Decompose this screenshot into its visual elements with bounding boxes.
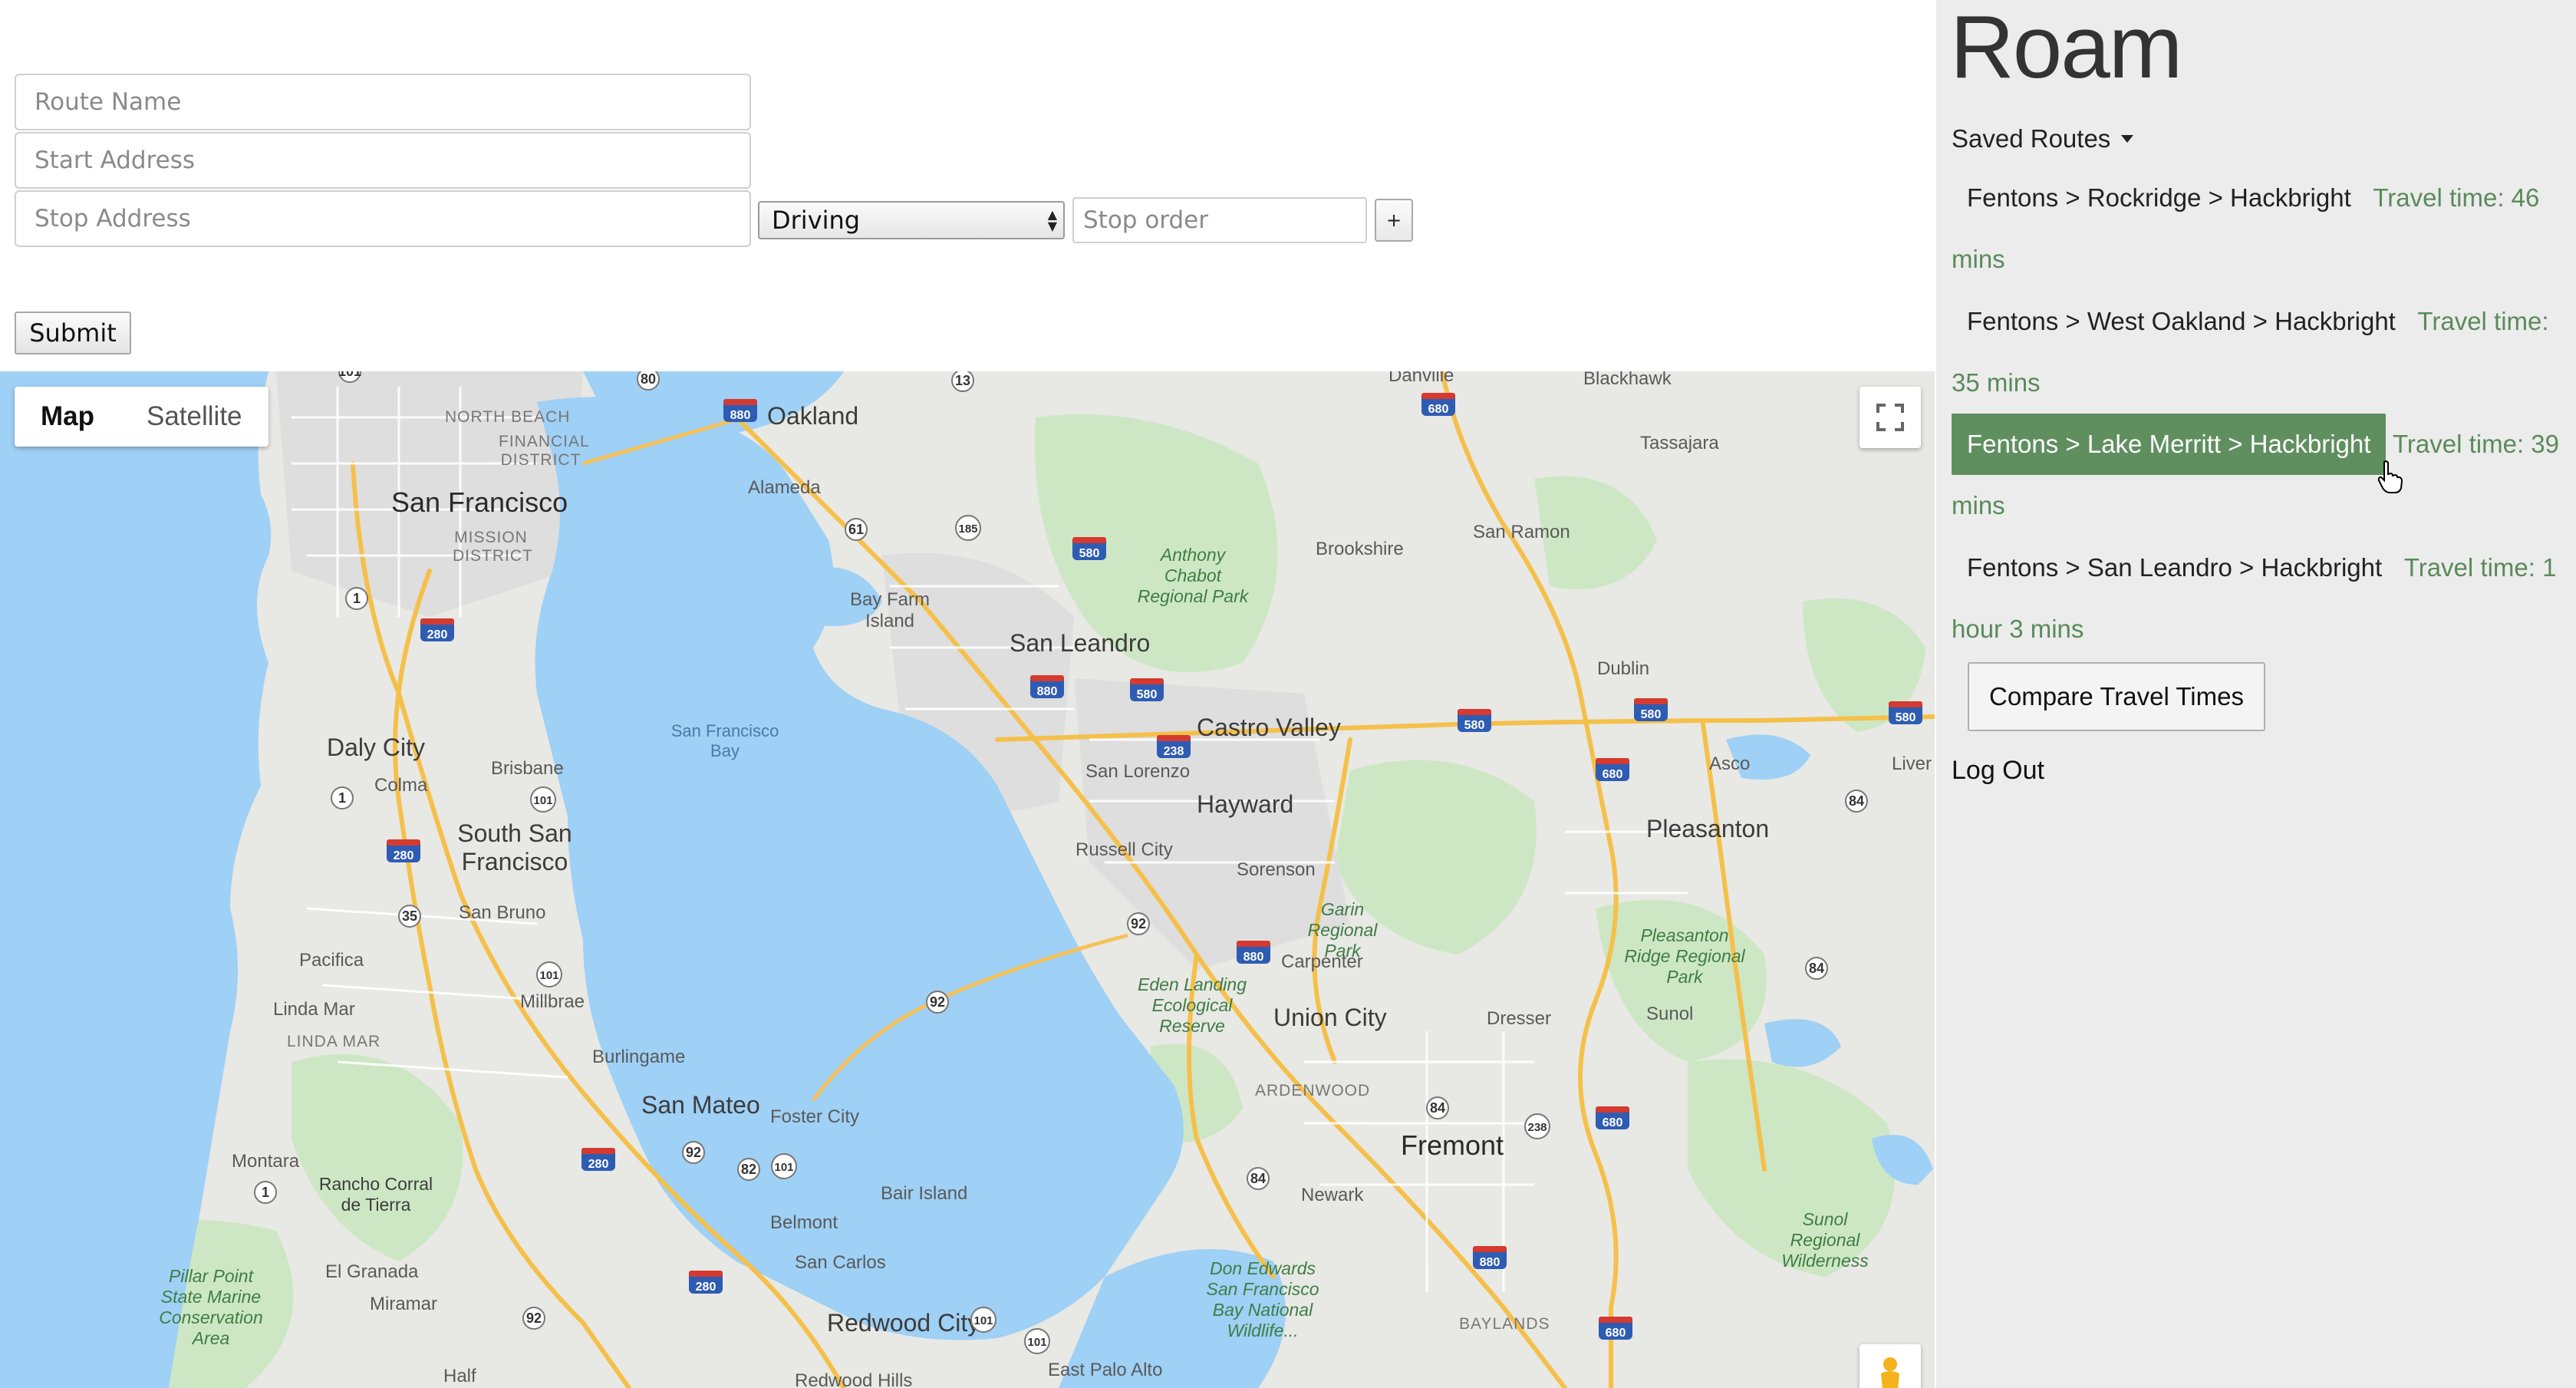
shield-1-3: 1 [262,1185,269,1200]
shield-880-4: 880 [1480,1256,1500,1269]
shield-880-3: 880 [1244,951,1264,964]
route-name[interactable]: Fentons > West Oakland > Hackbright [1952,291,2411,352]
shield-680-4: 680 [1606,1327,1626,1340]
shield-101-2: 101 [533,794,552,807]
travel-mode-value: Driving [772,206,861,235]
shield-82: 82 [741,1162,756,1177]
stop-order-input[interactable] [1072,197,1367,243]
select-arrows-icon: ▲ ▼ [1047,207,1057,233]
fullscreen-button[interactable] [1860,387,1921,448]
shield-35: 35 [402,908,417,924]
shield-880-2: 880 [1037,685,1058,698]
shield-13: 13 [955,373,970,388]
route-name[interactable]: Fentons > Rockridge > Hackbright [1952,167,2367,229]
map-type-map-button[interactable]: Map [15,387,120,447]
shield-92-2: 92 [930,994,945,1010]
fullscreen-icon [1876,404,1904,431]
shield-680-3: 680 [1603,1116,1623,1129]
shield-84-3: 84 [1430,1100,1445,1116]
shield-580-3: 580 [1464,719,1485,732]
route-name[interactable]: Fentons > Lake Merritt > Hackbright [1952,414,2387,475]
shield-580-2: 580 [1137,688,1158,701]
shield-92-4: 92 [526,1311,542,1326]
shield-580-4: 580 [1641,708,1662,721]
add-stop-button[interactable]: + [1375,199,1413,242]
map-type-control: Map Satellite [15,387,268,447]
shield-185: 185 [958,523,977,536]
start-address-input[interactable] [15,132,751,189]
shield-101-6: 101 [1027,1336,1046,1349]
shield-84-4: 84 [1250,1171,1266,1186]
saved-routes-dropdown[interactable]: Saved Routes [1952,124,2134,153]
caret-down-icon [2121,135,2134,143]
saved-routes-label: Saved Routes [1952,124,2111,153]
shield-238-1: 238 [1164,745,1184,758]
shield-280-1: 280 [427,628,448,641]
shield-280-3: 280 [588,1158,609,1171]
shield-92-1: 92 [1131,916,1146,931]
shield-280-2: 280 [394,849,414,862]
route-item-west-oakland[interactable]: Fentons > West Oakland > Hackbright Trav… [1952,291,2573,414]
shield-101-3: 101 [539,969,558,982]
map-view[interactable]: Oakland San Francisco Alameda NORTH BEAC… [0,371,1935,1388]
shield-880-1: 880 [730,409,751,422]
shield-92-3: 92 [686,1145,701,1160]
shield-580-5: 580 [1896,711,1916,724]
route-name-input[interactable] [15,74,751,130]
shield-280-4: 280 [696,1281,716,1294]
shield-680-2: 680 [1603,768,1623,781]
highway-shields: 101 80 880 13 680 61 185 580 1 280 880 5… [254,371,1922,1354]
map-type-satellite-button[interactable]: Satellite [120,387,268,447]
shield-101-5: 101 [973,1314,993,1327]
route-item-rockridge[interactable]: Fentons > Rockridge > Hackbright Travel … [1952,167,2573,290]
shield-1-2: 1 [338,790,346,806]
hand-cursor-icon [2377,460,2403,493]
shield-84-2: 84 [1809,961,1824,976]
shield-101-4: 101 [774,1161,793,1174]
pegman-icon [1881,1357,1899,1388]
route-item-lake-merritt[interactable]: Fentons > Lake Merritt > Hackbright Trav… [1952,414,2573,536]
submit-button[interactable]: Submit [15,312,131,354]
shield-101-1: 101 [338,371,361,379]
route-name[interactable]: Fentons > San Leandro > Hackbright [1952,537,2397,598]
shield-238-2: 238 [1527,1121,1547,1134]
shield-680-1: 680 [1428,403,1449,416]
shield-580-1: 580 [1079,547,1100,560]
shield-84-1: 84 [1849,793,1864,809]
shield-61: 61 [848,522,864,537]
shield-1-1: 1 [353,591,361,606]
shield-80: 80 [641,371,656,387]
saved-routes-panel: Roam Saved Routes Fentons > Rockridge > … [1936,0,2576,1388]
logout-link[interactable]: Log Out [1952,756,2044,786]
app-title: Roam [1950,0,2182,97]
compare-travel-times-button[interactable]: Compare Travel Times [1968,662,2265,731]
stop-address-input[interactable] [15,190,751,247]
route-item-san-leandro[interactable]: Fentons > San Leandro > Hackbright Trave… [1952,537,2573,660]
street-view-button[interactable] [1860,1344,1921,1388]
travel-mode-select[interactable]: Driving ▲ ▼ [758,201,1065,239]
